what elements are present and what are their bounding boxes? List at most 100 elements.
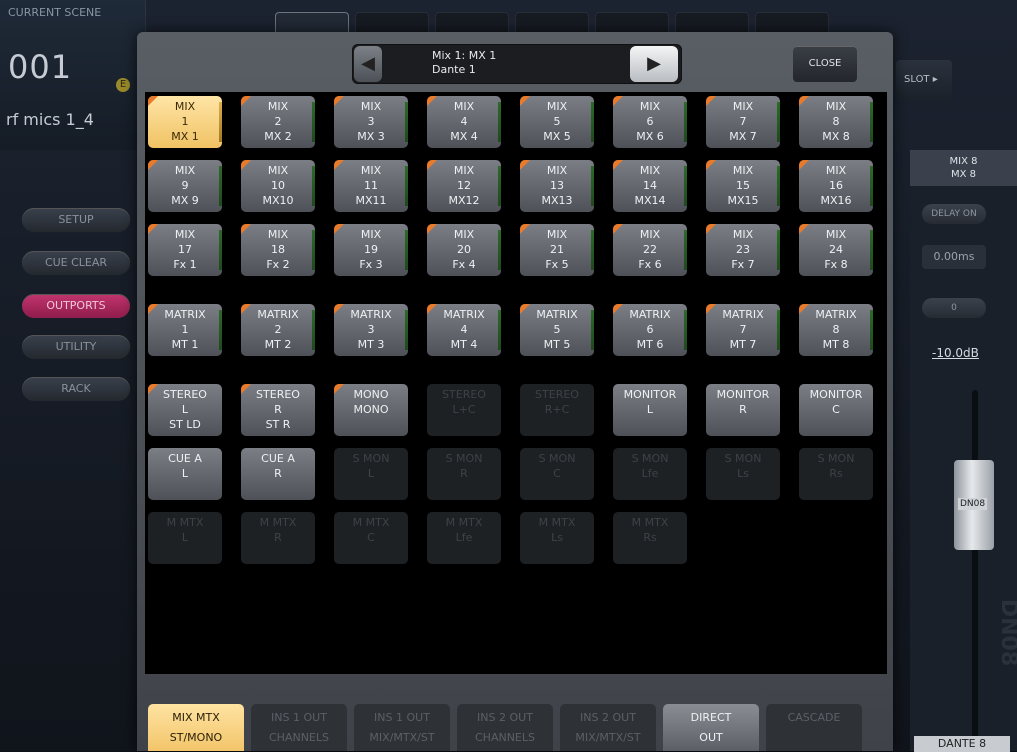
patch-cell[interactable]: MIX 23 Fx 7 [706,224,780,276]
patch-cell[interactable]: MIX 11 MX11 [334,160,408,212]
patch-cell-label-3: MT 3 [357,338,385,351]
patch-cell[interactable]: MIX 12 MX12 [427,160,501,212]
patch-cell-label-1: S MON [631,452,669,465]
patch-cell[interactable]: MIX 1 MX 1 [148,96,222,148]
patch-cell[interactable]: STEREO L ST LD [148,384,222,436]
slot-button[interactable]: SLOT ▸ [896,60,952,100]
patch-cell[interactable]: MIX 14 MX14 [613,160,687,212]
setup-button[interactable]: SETUP [22,208,130,232]
output-patch-popup: ◀ Mix 1: MX 1 Dante 1 ▶ CLOSE MIX 1 MX 1 MI… [137,32,893,751]
patch-cell[interactable]: MATRIX 7 MT 7 [706,304,780,356]
patch-cell-label-3: Fx 2 [266,258,290,271]
current-scene-label: CURRENT SCENE [8,6,102,19]
patch-cell[interactable]: MATRIX 6 MT 6 [613,304,687,356]
patch-cell-label-3: Fx 4 [452,258,476,271]
patch-cell[interactable]: MIX 6 MX 6 [613,96,687,148]
patch-cell[interactable]: MONITOR L [613,384,687,436]
patch-cell-label-3: MX12 [448,194,480,207]
top-tab[interactable] [755,12,829,34]
patch-cell[interactable]: MATRIX 2 MT 2 [241,304,315,356]
patch-cell[interactable]: MIX 16 MX16 [799,160,873,212]
patch-cell[interactable]: MATRIX 3 MT 3 [334,304,408,356]
patch-cell: STEREO R+C [520,384,594,436]
patch-cell[interactable]: MIX 3 MX 3 [334,96,408,148]
top-tab[interactable] [435,12,509,34]
category-tab[interactable]: DIRECT OUT [663,704,759,751]
patch-indicator-icon [799,96,809,106]
utility-button[interactable]: UTILITY [22,335,130,359]
patch-indicator-icon [148,96,158,106]
cue-clear-button[interactable]: CUE CLEAR [22,251,130,275]
patch-indicator-icon [706,96,716,106]
category-tab[interactable]: INS 2 OUT MIX/MTX/ST [560,704,656,751]
category-tab[interactable]: MIX MTX ST/MONO [148,704,244,751]
delay-time-field[interactable]: 0.00ms [922,245,986,269]
output-level-readout[interactable]: -10.0dB [932,346,979,360]
patch-indicator-icon [241,160,251,170]
patch-cell[interactable]: MONITOR R [706,384,780,436]
patch-cell[interactable]: MIX 10 MX10 [241,160,315,212]
patch-cell-label-1: MONITOR [809,388,863,401]
category-tab[interactable]: INS 1 OUT MIX/MTX/ST [354,704,450,751]
delay-on-button[interactable]: DELAY ON [922,204,986,224]
patch-cell-label-2: 23 [736,243,750,256]
category-tab[interactable]: INS 2 OUT CHANNELS [457,704,553,751]
rack-button[interactable]: RACK [22,377,130,401]
category-tab-label-1: CASCADE [787,711,841,724]
patch-cell-label-1: M MTX [259,516,297,529]
patch-cell[interactable]: MIX 2 MX 2 [241,96,315,148]
patch-indicator-icon [520,160,530,170]
patch-cell[interactable]: MIX 7 MX 7 [706,96,780,148]
patch-cell[interactable]: MONO MONO [334,384,408,436]
patch-cell[interactable]: MONITOR C [799,384,873,436]
patch-cell-label-3: Fx 8 [824,258,848,271]
patch-cell[interactable]: MATRIX 8 MT 8 [799,304,873,356]
phase-field[interactable]: 0 [922,298,986,318]
level-meter [591,310,594,350]
patch-cell[interactable]: MIX 22 Fx 6 [613,224,687,276]
top-tab[interactable] [275,12,349,34]
patch-cell-label-1: MIX [360,164,382,177]
patch-indicator-icon [706,224,716,234]
current-scene-panel[interactable]: CURRENT SCENE 001 E rf mics 1_4 [0,0,146,150]
patch-cell[interactable]: MIX 17 Fx 1 [148,224,222,276]
top-tab[interactable] [675,12,749,34]
level-meter [405,230,408,270]
patch-cell-label-2: Lfe [641,467,659,480]
patch-cell[interactable]: CUE A L [148,448,222,500]
patch-cell[interactable]: MIX 8 MX 8 [799,96,873,148]
patch-indicator-icon [520,96,530,106]
patch-cell[interactable]: MIX 13 MX13 [520,160,594,212]
patch-cell[interactable]: STEREO R ST R [241,384,315,436]
patch-cell[interactable]: MATRIX 4 MT 4 [427,304,501,356]
patch-cell[interactable]: MIX 4 MX 4 [427,96,501,148]
patch-cell[interactable]: MATRIX 1 MT 1 [148,304,222,356]
patch-cell[interactable]: MATRIX 5 MT 5 [520,304,594,356]
patch-cell[interactable]: MIX 5 MX 5 [520,96,594,148]
patch-cell-label-2: 1 [181,323,189,336]
close-button[interactable]: CLOSE [793,46,857,82]
patch-indicator-icon [334,224,344,234]
patch-cell-label-2: 20 [457,243,471,256]
patch-cell-label-1: S MON [538,452,576,465]
patch-cell-label-2: L [646,403,654,416]
category-tab[interactable]: INS 1 OUT CHANNELS [251,704,347,751]
patch-cell[interactable]: MIX 21 Fx 5 [520,224,594,276]
patch-cell[interactable]: MIX 18 Fx 2 [241,224,315,276]
patch-indicator-icon [520,224,530,234]
top-tab[interactable] [515,12,589,34]
category-tab[interactable]: CASCADE [766,704,862,751]
patch-cell[interactable]: MIX 24 Fx 8 [799,224,873,276]
patch-cell[interactable]: MIX 15 MX15 [706,160,780,212]
patch-cell-label-2: 8 [832,115,840,128]
previous-port-button[interactable]: ◀ [354,46,382,82]
patch-cell[interactable]: CUE A R [241,448,315,500]
patch-cell[interactable]: MIX 9 MX 9 [148,160,222,212]
top-tab[interactable] [595,12,669,34]
patch-indicator-icon [427,160,437,170]
patch-cell[interactable]: MIX 19 Fx 3 [334,224,408,276]
patch-cell[interactable]: MIX 20 Fx 4 [427,224,501,276]
top-tab[interactable] [355,12,429,34]
outports-button[interactable]: OUTPORTS [22,294,130,318]
next-port-button[interactable]: ▶ [630,46,678,82]
